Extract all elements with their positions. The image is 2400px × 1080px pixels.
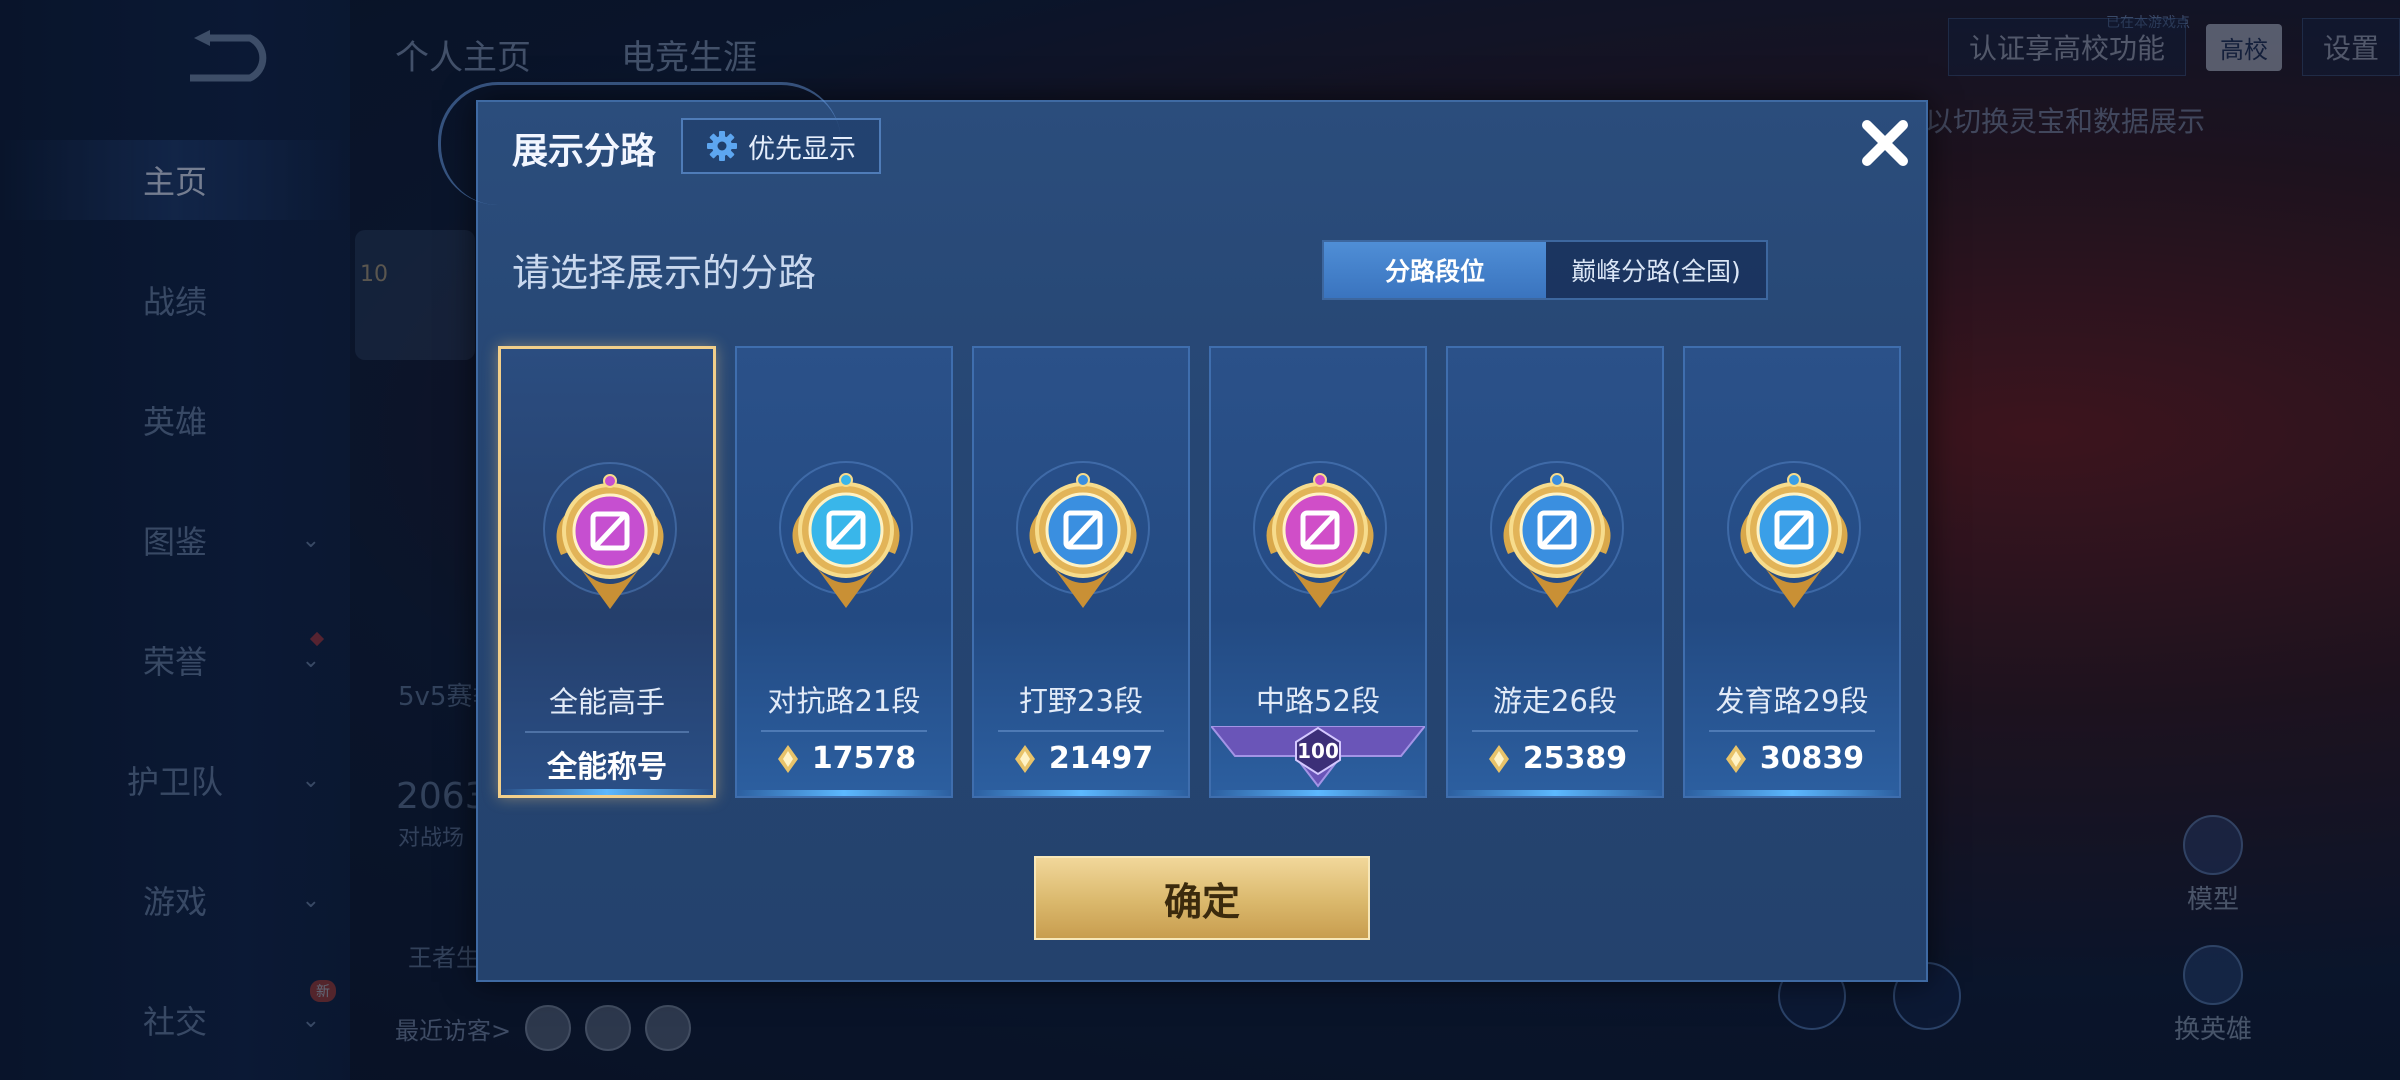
dialog-subtitle: 请选择展示的分路 [512,251,817,295]
lane-score: 30839 [1685,741,1899,776]
lane-card[interactable]: 全能高手 全能称号 [498,346,716,798]
rank-emblem-icon [1490,461,1624,608]
rank-emblem-icon [1727,461,1861,608]
card-glow [501,789,713,795]
lane-mode-toggle: 分路段位 巅峰分路(全国) [1322,240,1768,300]
score-value: 30839 [1759,741,1865,776]
lane-name: 全能高手 [548,685,665,719]
lane-title-label: 全能称号 [547,750,667,785]
confirm-button[interactable]: 确定 [1034,856,1370,940]
lane-name: 中路52段 [1256,684,1380,718]
close-button[interactable] [1850,108,1920,178]
dialog-title: 展示分路 [512,131,657,172]
rank-emblem-icon [1016,461,1150,608]
score-icon [1014,744,1035,773]
divider [761,730,927,732]
divider [1709,730,1875,732]
lane-score: 17578 [737,741,951,776]
close-icon [1862,120,1908,166]
rank-emblem-icon [1253,461,1387,608]
priority-display-label: 优先显示 [748,133,856,165]
lane-card[interactable]: 发育路29段 30839 [1683,346,1901,798]
level-value: 100 [1297,739,1339,763]
tab-lane-rank[interactable]: 分路段位 [1324,242,1546,298]
score-value: 25389 [1522,741,1628,776]
score-icon [777,744,798,773]
gear-icon [707,131,737,161]
divider [998,730,1164,732]
lane-name: 游走26段 [1493,684,1617,718]
rank-emblem-icon [543,462,677,609]
lane-card[interactable]: 游走26段 25389 [1446,346,1664,798]
card-glow [974,790,1188,796]
card-glow [1211,790,1425,796]
lane-name: 打野23段 [1019,684,1143,718]
lane-card[interactable]: 打野23段 21497 [972,346,1190,798]
score-icon [1488,744,1509,773]
lane-card[interactable]: 对抗路21段 17578 [735,346,953,798]
divider [1472,730,1638,732]
tab-peak-lane[interactable]: 巅峰分路(全国) [1546,242,1766,298]
lane-name: 发育路29段 [1715,684,1869,718]
priority-display-button[interactable]: 优先显示 [681,118,881,174]
card-glow [737,790,951,796]
lane-display-dialog: 展示分路 优先显示 请选择展示的分路 分路段位 巅峰分路(全国) 全能高手 全能… [438,82,1928,982]
lane-card[interactable]: 中路52段 100 [1209,346,1427,798]
lane-cards: 全能高手 全能称号 对抗路21段 17578 打野23段 21497 中路52段 100 游走2… [498,346,1908,798]
lane-score: 25389 [1448,741,1662,776]
lane-name: 对抗路21段 [767,684,921,718]
card-glow [1685,790,1899,796]
rank-emblem-icon [779,461,913,608]
score-icon [1725,744,1746,773]
score-value: 17578 [811,741,917,776]
lane-score: 21497 [974,741,1188,776]
level-badge-icon: 100 [1211,726,1425,788]
card-glow [1448,790,1662,796]
score-value: 21497 [1048,741,1154,776]
divider [525,731,689,733]
